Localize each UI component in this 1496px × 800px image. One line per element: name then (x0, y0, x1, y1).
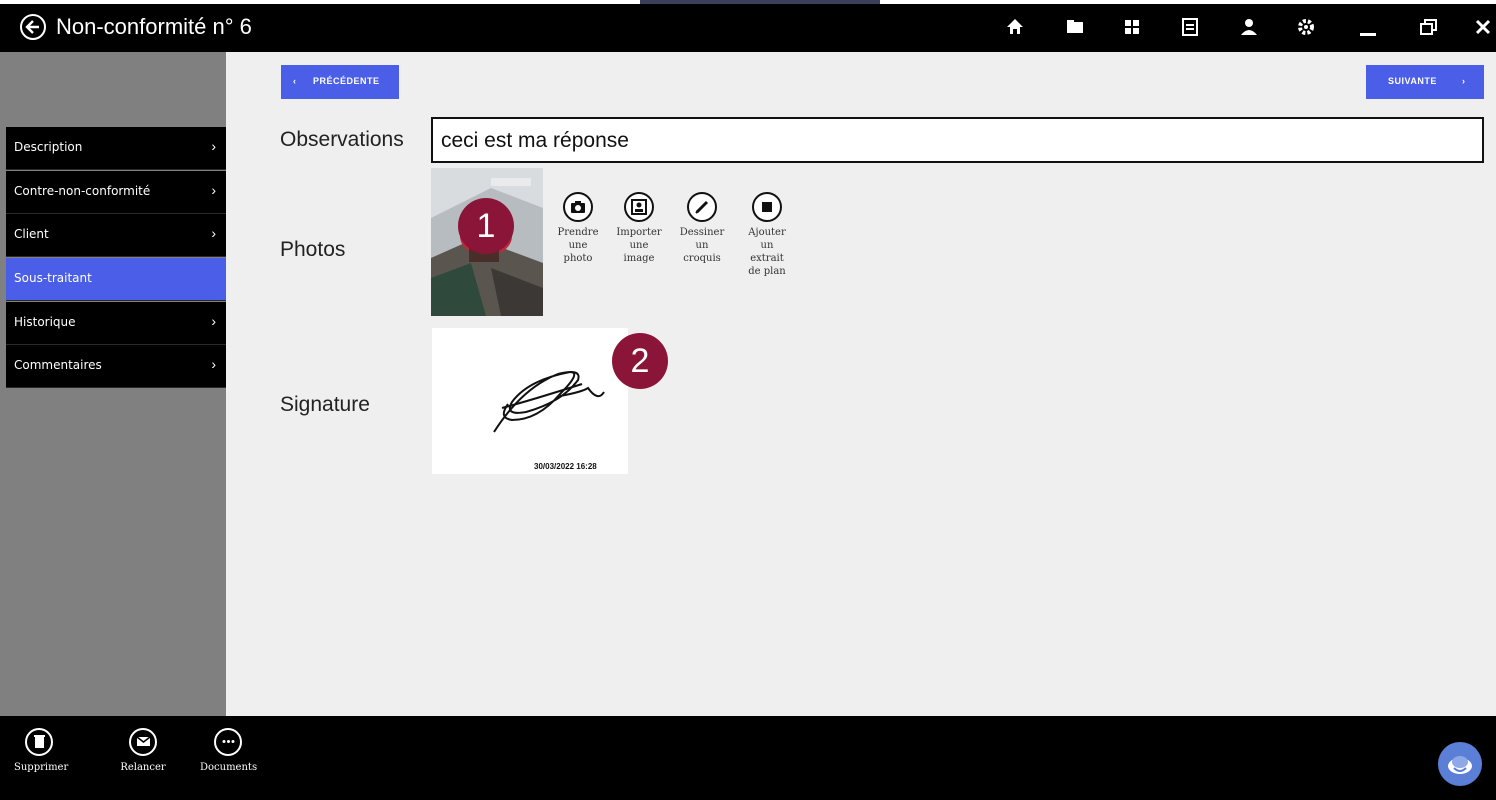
close-icon[interactable] (1472, 16, 1494, 38)
sidebar-item-sous-traitant[interactable]: Sous-traitant › (6, 258, 249, 301)
pencil-icon (687, 192, 717, 222)
sidebar-item-label: Description (14, 140, 83, 154)
photos-label: Photos (280, 238, 346, 261)
import-image-button[interactable]: Importer une image (609, 192, 669, 265)
sidebar-item-client[interactable]: Client › (6, 214, 226, 257)
delete-button-label: Supprimer (14, 762, 69, 773)
title-bar-top-line (0, 0, 1496, 4)
folder-icon[interactable] (1064, 16, 1086, 38)
signature-label: Signature (280, 393, 370, 416)
next-button[interactable]: SUIVANTE › (1366, 65, 1484, 99)
take-photo-button[interactable]: Prendre une photo (548, 192, 608, 265)
documents-button[interactable]: Documents (200, 728, 258, 773)
assistant-icon[interactable] (1438, 742, 1482, 786)
import-image-line: image (623, 253, 655, 264)
draw-sketch-line: un (695, 240, 709, 251)
back-arrow-icon[interactable] (20, 14, 46, 40)
restore-icon[interactable] (1418, 16, 1440, 38)
sidebar-item-label: Client (14, 227, 49, 241)
annotation-badge-1: 1 (458, 198, 514, 254)
sidebar-item-contre-non-conformite[interactable]: Contre-non-conformité › (6, 171, 226, 214)
chevron-left-icon: ‹ (293, 76, 297, 86)
mail-icon (129, 728, 157, 756)
image-import-icon (624, 192, 654, 222)
remind-button-label: Relancer (120, 762, 166, 773)
camera-icon (563, 192, 593, 222)
more-icon (214, 728, 242, 756)
annotation-badge-2: 2 (612, 333, 668, 389)
add-plan-line: de plan (748, 266, 786, 277)
chevron-right-icon: › (211, 182, 216, 198)
delete-button[interactable]: Supprimer (14, 728, 68, 773)
plan-icon (752, 192, 782, 222)
draw-sketch-line: Dessiner (679, 227, 725, 238)
add-plan-line: un (760, 240, 774, 251)
signature-drawing (493, 370, 605, 433)
title-bar: Non-conformité n° 6 (0, 0, 1496, 52)
sidebar-item-label: Historique (14, 315, 76, 329)
previous-button[interactable]: ‹ PRÉCÉDENTE (281, 65, 399, 99)
top-line-segment (640, 0, 880, 4)
add-plan-extract-button[interactable]: Ajouter un extrait de plan (737, 192, 797, 278)
user-icon[interactable] (1238, 16, 1260, 38)
import-image-line: Importer (616, 227, 662, 238)
trash-icon (25, 728, 53, 756)
chevron-right-icon: › (211, 313, 216, 329)
minimize-icon[interactable] (1357, 16, 1379, 38)
chevron-right-icon: › (211, 356, 216, 372)
chevron-right-icon: › (211, 225, 216, 241)
take-photo-line: une (568, 240, 588, 251)
take-photo-line: photo (563, 253, 593, 264)
add-plan-line: extrait (750, 253, 784, 264)
sidebar-item-label: Contre-non-conformité (14, 184, 151, 198)
draw-sketch-button[interactable]: Dessiner un croquis (672, 192, 732, 265)
home-icon[interactable] (1004, 16, 1026, 38)
sidebar-item-label: Sous-traitant (14, 271, 92, 285)
document-icon[interactable] (1179, 16, 1201, 38)
main-panel: ‹ PRÉCÉDENTE SUIVANTE › Observations cec… (226, 52, 1496, 716)
import-image-line: une (629, 240, 649, 251)
sidebar-item-historique[interactable]: Historique › (6, 302, 226, 345)
sidebar-item-description[interactable]: Description › (6, 127, 226, 170)
settings-icon[interactable] (1295, 16, 1317, 38)
sidebar: Description › Contre-non-conformité › Cl… (0, 52, 249, 716)
documents-button-label: Documents (200, 762, 258, 773)
draw-sketch-line: croquis (683, 253, 721, 264)
next-button-label: SUIVANTE (1388, 76, 1437, 86)
remind-button[interactable]: Relancer (118, 728, 168, 773)
sidebar-item-label: Commentaires (14, 358, 102, 372)
chevron-right-icon: › (211, 138, 216, 154)
observations-input[interactable]: ceci est ma réponse (431, 117, 1484, 163)
take-photo-line: Prendre (557, 227, 599, 238)
signature-date: 30/03/2022 16:28 (534, 462, 597, 471)
add-plan-line: Ajouter (748, 227, 786, 238)
page-title: Non-conformité n° 6 (56, 14, 252, 39)
chevron-right-icon: › (1462, 76, 1466, 86)
signature-pad[interactable]: 30/03/2022 16:28 (432, 328, 628, 474)
bottom-app-bar: Supprimer Relancer Documents (0, 716, 1496, 800)
previous-button-label: PRÉCÉDENTE (313, 76, 380, 86)
sidebar-item-commentaires[interactable]: Commentaires › (6, 345, 226, 388)
observations-label: Observations (280, 128, 404, 151)
grid-icon[interactable] (1121, 16, 1143, 38)
